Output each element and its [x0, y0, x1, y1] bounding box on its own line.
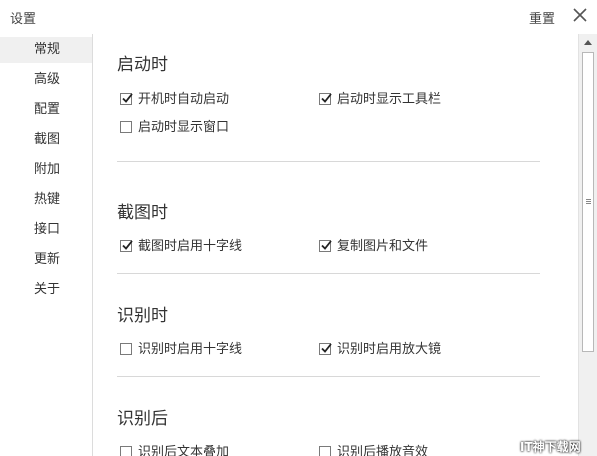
checkbox[interactable] — [120, 240, 133, 252]
sidebar-item-screenshot[interactable]: 截图 — [0, 127, 92, 153]
sidebar-item-label: 关于 — [34, 282, 61, 297]
sidebar-item-label: 接口 — [34, 222, 61, 237]
option-label: 识别时启用放大镜 — [337, 342, 442, 357]
close-button[interactable] — [570, 5, 590, 25]
option-label: 开机时自动启动 — [138, 92, 230, 107]
sidebar-item-label: 附加 — [34, 162, 61, 177]
sidebar: 常规 高级 配置 截图 附加 热键 接口 更新 关于 — [0, 34, 93, 456]
section-title-screenshot: 截图时 — [117, 203, 168, 223]
sidebar-item-general[interactable]: 常规 — [0, 37, 92, 63]
sidebar-item-addon[interactable]: 附加 — [0, 157, 92, 183]
sidebar-item-label: 配置 — [34, 102, 61, 117]
section-title-recognize: 识别时 — [117, 306, 168, 326]
checkbox[interactable] — [319, 343, 332, 355]
option-label: 截图时启用十字线 — [138, 239, 243, 254]
checkbox[interactable] — [120, 121, 132, 133]
vertical-scrollbar[interactable] — [578, 34, 597, 456]
checkbox[interactable] — [319, 93, 332, 105]
checkmark-icon — [321, 240, 332, 250]
checkbox[interactable] — [319, 446, 331, 456]
settings-panel: 启动时 开机时自动启动 启动时显示工具栏 启动时显示窗口 截图时 截图时启用十字… — [93, 34, 578, 456]
sidebar-item-config[interactable]: 配置 — [0, 97, 92, 123]
section-title-after-recognize: 识别后 — [117, 409, 168, 429]
option-label: 识别时启用十字线 — [138, 342, 243, 357]
checkmark-icon — [321, 343, 332, 353]
close-icon — [573, 8, 587, 22]
option-label: 启动时显示窗口 — [138, 120, 230, 135]
reset-button[interactable]: 重置 — [529, 8, 555, 27]
checkmark-icon — [122, 93, 133, 103]
grip-line — [586, 199, 591, 200]
section-title-startup: 启动时 — [117, 55, 168, 75]
option-label: 启动时显示工具栏 — [337, 92, 442, 107]
sidebar-item-about[interactable]: 关于 — [0, 277, 92, 303]
checkmark-icon — [122, 240, 133, 250]
checkmark-icon — [321, 93, 332, 103]
section-divider — [117, 376, 540, 377]
checkbox[interactable] — [319, 240, 332, 252]
sidebar-item-label: 截图 — [34, 132, 61, 147]
sidebar-item-label: 更新 — [34, 252, 61, 267]
sidebar-item-label: 热键 — [34, 192, 61, 207]
option-label: 识别后文本叠加 — [138, 445, 230, 456]
scrollbar-thumb[interactable] — [582, 52, 594, 352]
option-label: 识别后播放音效 — [337, 445, 429, 456]
sidebar-item-label: 常规 — [34, 42, 61, 57]
window-title: 设置 — [10, 12, 37, 27]
checkbox[interactable] — [120, 446, 132, 456]
title-bar: 设置 重置 — [0, 0, 597, 34]
sidebar-item-advanced[interactable]: 高级 — [0, 67, 92, 93]
watermark: IT神下载网 — [520, 440, 581, 454]
option-label: 复制图片和文件 — [337, 239, 429, 254]
sidebar-item-label: 高级 — [34, 72, 61, 87]
section-divider — [117, 161, 540, 162]
sidebar-item-interface[interactable]: 接口 — [0, 217, 92, 243]
checkbox[interactable] — [120, 343, 132, 355]
grip-line — [586, 201, 591, 202]
sidebar-item-hotkeys[interactable]: 热键 — [0, 187, 92, 213]
grip-line — [586, 203, 591, 204]
checkbox[interactable] — [120, 93, 133, 105]
scroll-up-arrow-icon[interactable] — [584, 40, 592, 45]
sidebar-item-update[interactable]: 更新 — [0, 247, 92, 273]
section-divider — [117, 273, 540, 274]
